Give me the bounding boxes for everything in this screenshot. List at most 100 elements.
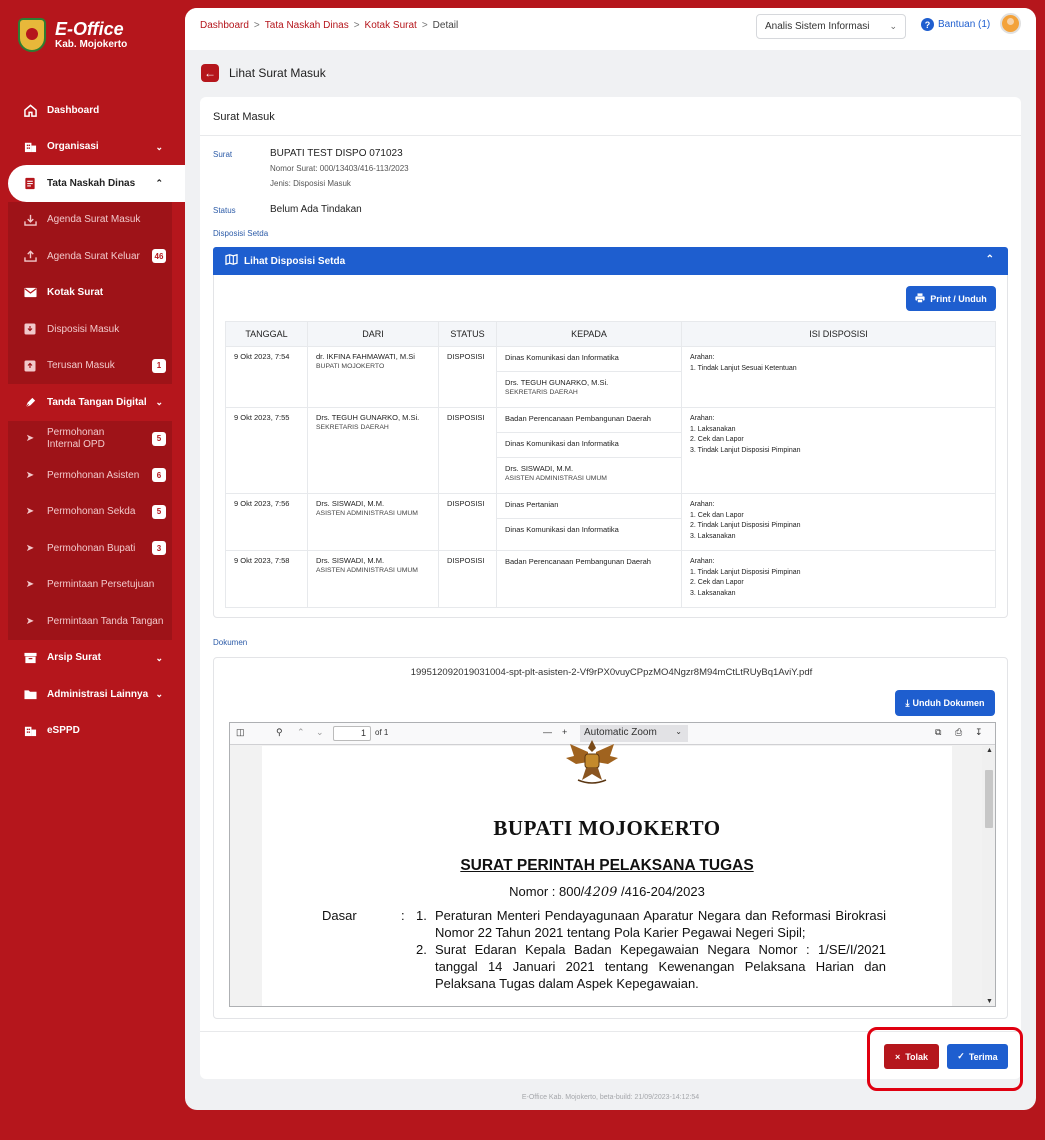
- sidebar-item-permintaan-tanda-tangan[interactable]: ➤ Permintaan Tanda Tangan: [8, 603, 172, 640]
- cell-isi-disposisi: Arahan: 1. Laksanakan 2. Cek dan Lapor 3…: [681, 407, 996, 494]
- sidebar-item-label: Organisasi: [47, 141, 99, 153]
- sidebar-item-label: Agenda Surat Masuk: [47, 214, 141, 226]
- surat-masuk-card: Surat Masuk Surat BUPATI TEST DISPO 0710…: [200, 97, 1021, 1079]
- scroll-up-icon[interactable]: ▲: [986, 747, 993, 754]
- cell-status: DISPOSISI: [438, 550, 497, 608]
- download-document-button[interactable]: ⤓ Unduh Dokumen: [895, 690, 995, 716]
- page-number-input[interactable]: 1: [333, 726, 371, 741]
- divider: [200, 135, 1021, 136]
- dasar-item-number: 1.: [416, 908, 427, 923]
- submenu-tanda-tangan-digital: ➤ Permohonan Internal OPD 5 ➤ Permohonan…: [8, 420, 172, 640]
- sidebar-item-esppd[interactable]: eSPPD: [8, 713, 185, 750]
- sidebar-item-label: Permintaan Tanda Tangan: [47, 615, 164, 627]
- search-icon[interactable]: ⚲: [276, 727, 283, 738]
- sidebar-item-permohonan-sekda[interactable]: ➤ Permohonan Sekda 5: [8, 494, 172, 531]
- chevron-right-icon: ➤: [25, 615, 35, 627]
- kepada-item: Badan Perencanaan Pembangunan Daerah: [497, 408, 681, 433]
- cell-status: DISPOSISI: [438, 407, 497, 494]
- brand[interactable]: E-Office Kab. Mojokerto: [18, 18, 127, 52]
- kepada-item: Drs. SISWADI, M.M. ASISTEN ADMINISTRASI U…: [497, 458, 681, 489]
- dari-name: dr. IKFINA FAHMAWATI, M.Si: [316, 352, 415, 361]
- document-nomor: Nomor : 800/4209 /416-204/2023: [262, 884, 952, 900]
- document-icon: [22, 175, 38, 191]
- next-page-icon[interactable]: ⌄: [316, 727, 324, 738]
- kepada-item: Badan Perencanaan Pembangunan Daerah: [497, 551, 681, 576]
- dasar-item-text: Peraturan Menteri Pendayagunaan Aparatur…: [435, 908, 886, 940]
- cell-tanggal: 9 Okt 2023, 7:55: [225, 407, 308, 494]
- dasar-list: 1. Peraturan Menteri Pendayagunaan Apara…: [416, 907, 886, 992]
- card-title: Surat Masuk: [213, 111, 275, 123]
- question-icon: ?: [921, 18, 934, 31]
- breadcrumb-tata-naskah-dinas[interactable]: Tata Naskah Dinas: [265, 20, 349, 31]
- sidebar-item-label: Permohonan Bupati: [47, 542, 136, 554]
- chevron-down-icon: ⌄: [155, 397, 163, 407]
- print-download-button[interactable]: Print / Unduh: [906, 286, 996, 311]
- pdf-viewer[interactable]: ◫ ⚲ ⌃ ⌄ 1 of 1 — + Automatic Zoom ⌄ ⧉ ⎙ …: [229, 722, 996, 1007]
- kepada-name: Drs. TEGUH GUNARKO, M.Si.: [505, 378, 609, 387]
- sidebar-item-organisasi[interactable]: Organisasi ⌄: [8, 129, 185, 166]
- kepada-item: Dinas Komunikasi dan Informatika: [497, 433, 681, 458]
- previous-page-icon[interactable]: ⌃: [297, 727, 305, 738]
- count-badge: 6: [152, 468, 166, 482]
- role-select[interactable]: Analis Sistem Informasi ⌄: [756, 14, 906, 39]
- sidebar-item-disposisi-masuk[interactable]: Disposisi Masuk: [8, 311, 172, 348]
- sidebar-item-label: Arsip Surat: [47, 652, 101, 664]
- zoom-in-icon[interactable]: +: [562, 727, 567, 737]
- sidebar-item-terusan-masuk[interactable]: Terusan Masuk 1: [8, 348, 172, 385]
- dasar-label: Dasar: [322, 908, 357, 923]
- breadcrumb-kotak-surat[interactable]: Kotak Surat: [365, 20, 417, 31]
- chevron-down-icon: ⌄: [675, 727, 682, 736]
- kepada-jabatan: ASISTEN ADMINISTRASI UMUM: [505, 475, 607, 482]
- breadcrumb-dashboard[interactable]: Dashboard: [200, 20, 249, 31]
- disposisi-accordion-header[interactable]: Lihat Disposisi Setda ⌃: [213, 247, 1008, 275]
- scroll-down-icon[interactable]: ▼: [986, 998, 993, 1005]
- dokumen-panel: 199512092019031004-spt-plt-asisten-2-Vf9…: [213, 657, 1008, 1019]
- sidebar-item-kotak-surat[interactable]: Kotak Surat: [8, 275, 172, 312]
- sidebar-item-tanda-tangan-digital[interactable]: Tanda Tangan Digital ⌄: [8, 384, 185, 421]
- back-button[interactable]: ←: [201, 64, 219, 82]
- sidebar-item-permohonan-asisten[interactable]: ➤ Permohonan Asisten 6: [8, 457, 172, 494]
- sidebar-item-dashboard[interactable]: Dashboard: [8, 92, 185, 129]
- zoom-out-icon[interactable]: —: [543, 727, 552, 737]
- sidebar-item-tata-naskah-dinas[interactable]: Tata Naskah Dinas ⌃: [8, 165, 185, 202]
- cell-kepada: Badan Perencanaan Pembangunan Daerah Din…: [496, 407, 682, 494]
- cell-tanggal: 9 Okt 2023, 7:56: [225, 493, 308, 551]
- sidebar-item-permintaan-persetujuan[interactable]: ➤ Permintaan Persetujuan: [8, 567, 172, 604]
- sidebar-item-label: Permohonan Internal OPD: [47, 426, 105, 450]
- count-badge: 5: [152, 431, 166, 446]
- sidebar-item-permohonan-internal-opd[interactable]: ➤ Permohonan Internal OPD 5: [8, 421, 172, 458]
- sidebar-item-label: eSPPD: [47, 725, 80, 737]
- scrollbar-thumb[interactable]: [985, 770, 993, 828]
- pdf-scrollbar[interactable]: ▲ ▼: [982, 746, 995, 1006]
- outbox-upload-icon: [22, 248, 38, 264]
- cell-isi-disposisi: Arahan: 1. Tindak Lanjut Disposisi Pimpi…: [681, 550, 996, 608]
- sidebar-item-label: Kotak Surat: [47, 287, 104, 299]
- kepada-name: Dinas Komunikasi dan Informatika: [505, 525, 619, 534]
- sidebar-item-agenda-surat-masuk[interactable]: Agenda Surat Masuk: [8, 202, 172, 239]
- printer-icon[interactable]: ⎙: [955, 727, 962, 738]
- sidebar-item-administrasi-lainnya[interactable]: Administrasi Lainnya ⌄: [8, 676, 185, 713]
- pdf-page: BUPATI MOJOKERTO SURAT PERINTAH PELAKSAN…: [262, 740, 952, 1006]
- avatar[interactable]: [1000, 13, 1021, 34]
- mojokerto-emblem-logo: [18, 18, 46, 52]
- isi-line: 1. Laksanakan: [690, 425, 736, 433]
- column-header: DARI: [307, 321, 439, 347]
- sidebar-item-permohonan-bupati[interactable]: ➤ Permohonan Bupati 3: [8, 530, 172, 567]
- sidebar-toggle-icon[interactable]: ◫: [236, 727, 245, 738]
- chevron-down-icon: ⌄: [889, 21, 897, 31]
- kepada-item: Dinas Pertanian: [497, 494, 681, 519]
- dasar-item-text: Surat Edaran Kepala Badan Kepegawaian Ne…: [435, 942, 886, 991]
- help-link[interactable]: ? Bantuan (1): [921, 18, 990, 31]
- open-external-icon[interactable]: ⧉: [935, 727, 941, 738]
- sidebar-item-agenda-surat-keluar[interactable]: Agenda Surat Keluar 46: [8, 238, 172, 275]
- breadcrumb: Dashboard > Tata Naskah Dinas > Kotak Su…: [200, 20, 458, 31]
- sidebar-item-arsip-surat[interactable]: Arsip Surat ⌄: [8, 640, 185, 677]
- dasar-item: 2. Surat Edaran Kepala Badan Kepegawaian…: [416, 941, 886, 992]
- printer-icon: [915, 292, 925, 305]
- sidebar-item-label: Disposisi Masuk: [47, 323, 120, 335]
- document-subheading: SURAT PERINTAH PELAKSANA TUGAS: [262, 857, 952, 875]
- submenu-tata-naskah-dinas: Agenda Surat Masuk Agenda Surat Keluar 4…: [8, 201, 172, 385]
- building-icon: [22, 723, 38, 739]
- isi-line: 1. Tindak Lanjut Sesuai Ketentuan: [690, 364, 797, 372]
- save-icon[interactable]: ↧: [975, 727, 983, 738]
